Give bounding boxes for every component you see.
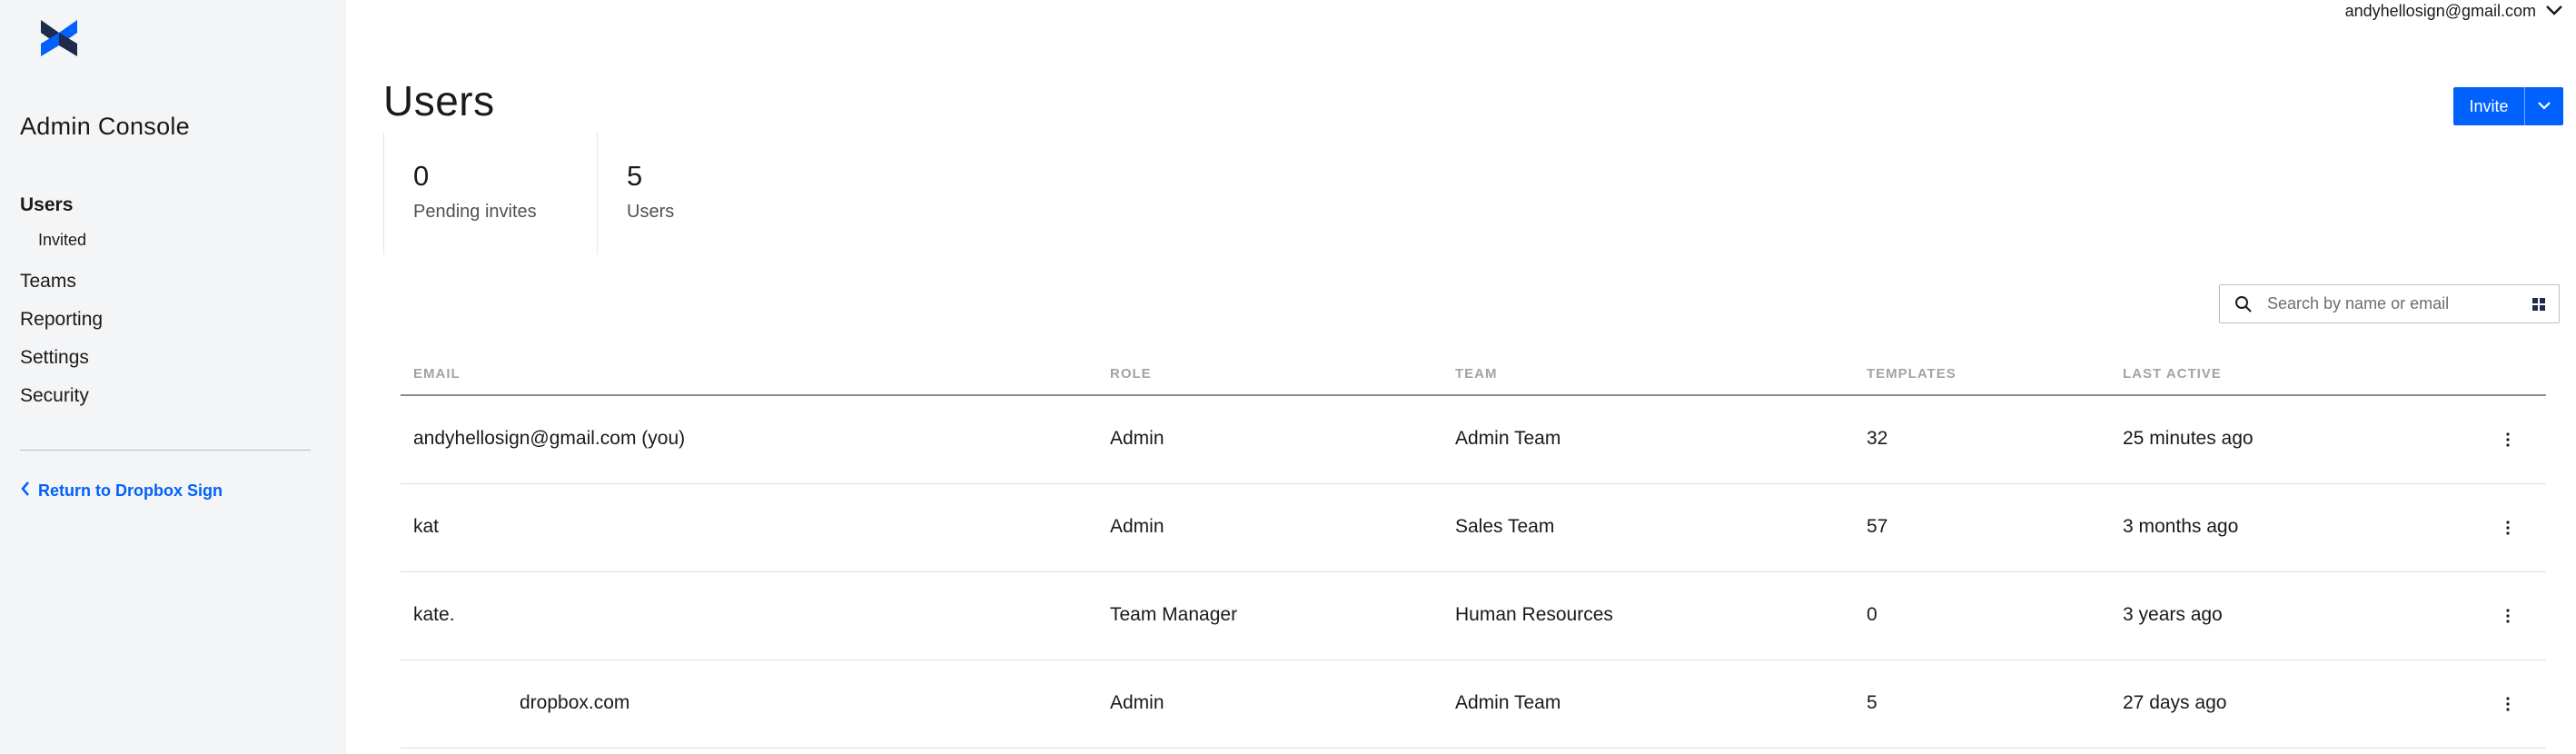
cell-role: Admin bbox=[1110, 692, 1164, 713]
cell-role: Team Manager bbox=[1110, 604, 1238, 625]
stat-card-pending-invites[interactable]: 0 Pending invites bbox=[383, 133, 597, 254]
chevron-down-icon bbox=[2537, 100, 2551, 114]
chevron-down-icon bbox=[2545, 2, 2563, 21]
users-table: EMAIL ROLE TEAM TEMPLATES LAST ACTIVE an… bbox=[401, 362, 2546, 749]
kebab-menu-icon[interactable] bbox=[2499, 511, 2517, 544]
sidebar-divider bbox=[20, 450, 311, 451]
account-menu[interactable]: andyhellosign@gmail.com bbox=[2345, 0, 2563, 22]
table-row[interactable]: kate. Team Manager Human Resources 0 3 y… bbox=[401, 572, 2546, 660]
column-header-email[interactable]: EMAIL bbox=[413, 366, 461, 382]
cell-email: kate. bbox=[413, 604, 455, 625]
column-header-last-active[interactable]: LAST ACTIVE bbox=[2123, 366, 2222, 382]
sidebar-item-security[interactable]: Security bbox=[20, 385, 89, 407]
search-input[interactable] bbox=[2267, 285, 2512, 322]
cell-last-active: 3 years ago bbox=[2123, 604, 2223, 625]
cell-templates: 5 bbox=[1867, 692, 1878, 713]
kebab-menu-icon[interactable] bbox=[2499, 688, 2517, 720]
console-title: Admin Console bbox=[20, 113, 190, 140]
search-box bbox=[2219, 284, 2560, 323]
kebab-menu-icon[interactable] bbox=[2499, 423, 2517, 456]
cell-email: kat bbox=[413, 516, 440, 537]
column-header-role[interactable]: ROLE bbox=[1110, 366, 1152, 382]
cell-email: dropbox.com bbox=[520, 692, 630, 713]
search-icon bbox=[2234, 295, 2253, 313]
stat-card-users[interactable]: 5 Users bbox=[597, 133, 810, 254]
invite-button[interactable]: Invite bbox=[2453, 87, 2524, 125]
cell-templates: 57 bbox=[1867, 516, 1888, 537]
stat-value: 5 bbox=[627, 160, 643, 192]
stat-label: Users bbox=[627, 202, 675, 222]
stat-label: Pending invites bbox=[413, 202, 537, 222]
column-header-templates[interactable]: TEMPLATES bbox=[1867, 366, 1957, 382]
sidebar-item-settings[interactable]: Settings bbox=[20, 347, 89, 369]
cell-role: Admin bbox=[1110, 516, 1164, 537]
account-email: andyhellosign@gmail.com bbox=[2344, 1, 2536, 20]
sidebar: Admin Console Users Invited Teams Report… bbox=[0, 0, 346, 754]
cell-email: andyhellosign@gmail.com (you) bbox=[413, 428, 686, 449]
table-row[interactable]: dropbox.com Admin Admin Team 5 27 days a… bbox=[401, 660, 2546, 749]
return-to-dropbox-sign-link[interactable]: Return to Dropbox Sign bbox=[20, 481, 223, 501]
sidebar-item-invited[interactable]: Invited bbox=[38, 231, 86, 250]
table-header: EMAIL ROLE TEAM TEMPLATES LAST ACTIVE bbox=[401, 362, 2546, 396]
chevron-left-icon bbox=[20, 481, 31, 501]
cell-templates: 32 bbox=[1867, 428, 1888, 449]
cell-team: Admin Team bbox=[1455, 428, 1561, 449]
invite-options-button[interactable] bbox=[2524, 87, 2563, 125]
cell-last-active: 25 minutes ago bbox=[2123, 428, 2254, 449]
filter-icon[interactable] bbox=[2531, 297, 2546, 312]
cell-team: Admin Team bbox=[1455, 692, 1561, 713]
cell-last-active: 27 days ago bbox=[2123, 692, 2227, 713]
logo-icon[interactable] bbox=[39, 18, 79, 58]
stat-value: 0 bbox=[413, 160, 430, 192]
cell-templates: 0 bbox=[1867, 604, 1878, 625]
return-link-label: Return to Dropbox Sign bbox=[38, 481, 223, 500]
cell-team: Human Resources bbox=[1455, 604, 1613, 625]
invite-button-group: Invite bbox=[2453, 87, 2563, 125]
page-title: Users bbox=[383, 77, 495, 124]
sidebar-item-users[interactable]: Users bbox=[20, 194, 73, 216]
cell-role: Admin bbox=[1110, 428, 1164, 449]
table-row[interactable]: kat Admin Sales Team 57 3 months ago bbox=[401, 484, 2546, 572]
cell-team: Sales Team bbox=[1455, 516, 1555, 537]
sidebar-item-reporting[interactable]: Reporting bbox=[20, 309, 103, 331]
sidebar-item-teams[interactable]: Teams bbox=[20, 271, 76, 293]
kebab-menu-icon[interactable] bbox=[2499, 600, 2517, 632]
column-header-team[interactable]: TEAM bbox=[1455, 366, 1498, 382]
cell-last-active: 3 months ago bbox=[2123, 516, 2239, 537]
table-row[interactable]: andyhellosign@gmail.com (you) Admin Admi… bbox=[401, 396, 2546, 484]
